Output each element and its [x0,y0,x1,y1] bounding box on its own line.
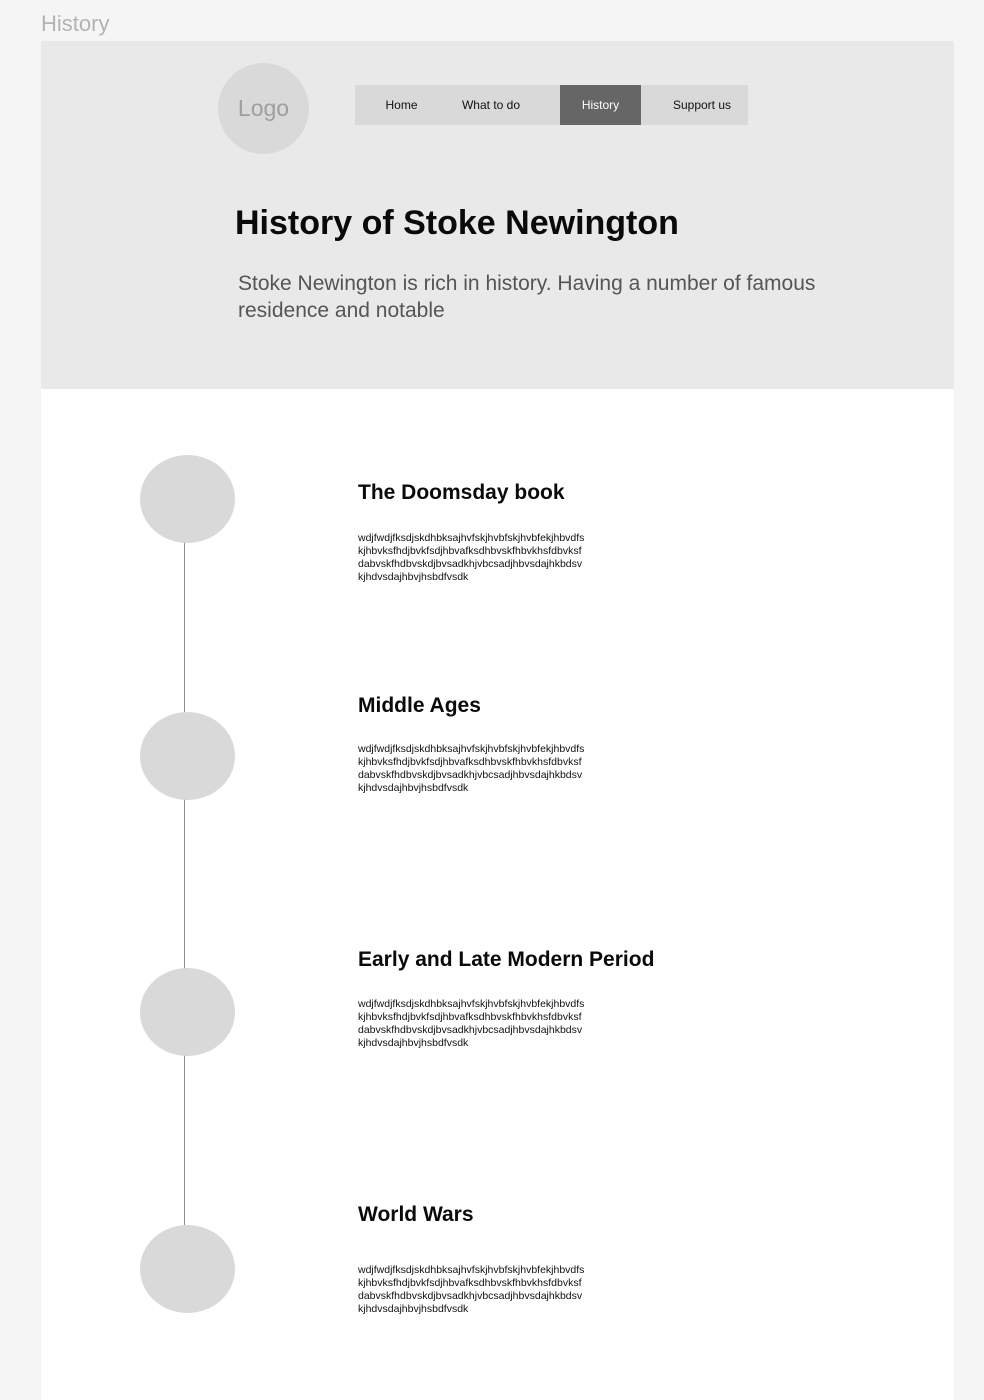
timeline-connector [184,542,185,712]
timeline-event-title: Middle Ages [358,694,481,717]
timeline-connector [184,799,185,969]
timeline-event-text: wdjfwdjfksdjskdhbksajhvfskjhvbfskjhvbfek… [358,743,585,794]
timeline-event-text: wdjfwdjfksdjskdhbksajhvfskjhvbfskjhvbfek… [358,532,585,583]
timeline-image-placeholder [140,1225,235,1313]
timeline-image-placeholder [140,712,235,800]
nav-item-history[interactable]: History [560,85,641,125]
hero-section: Logo Home What to do History Support us … [41,41,954,389]
timeline-event-text: wdjfwdjfksdjskdhbksajhvfskjhvbfskjhvbfek… [358,1264,585,1315]
nav-item-support-us[interactable]: Support us [662,85,742,125]
timeline-event-text: wdjfwdjfksdjskdhbksajhvfskjhvbfskjhvbfek… [358,998,585,1049]
timeline-connector [184,1055,185,1225]
timeline-image-placeholder [140,455,235,543]
nav-item-what-to-do[interactable]: What to do [448,85,534,125]
timeline-event-title: Early and Late Modern Period [358,948,655,971]
timeline-event-title: The Doomsday book [358,481,565,504]
nav-item-home[interactable]: Home [355,85,448,125]
intro-text: Stoke Newington is rich in history. Havi… [238,272,816,322]
page-title: History of Stoke Newington [235,204,679,242]
timeline-event-title: World Wars [358,1203,474,1226]
timeline-image-placeholder [140,968,235,1056]
page-frame: Logo Home What to do History Support us … [41,41,954,1400]
frame-label: History [41,11,110,36]
logo[interactable]: Logo [218,63,309,154]
main-nav: Home What to do History Support us [355,85,748,125]
